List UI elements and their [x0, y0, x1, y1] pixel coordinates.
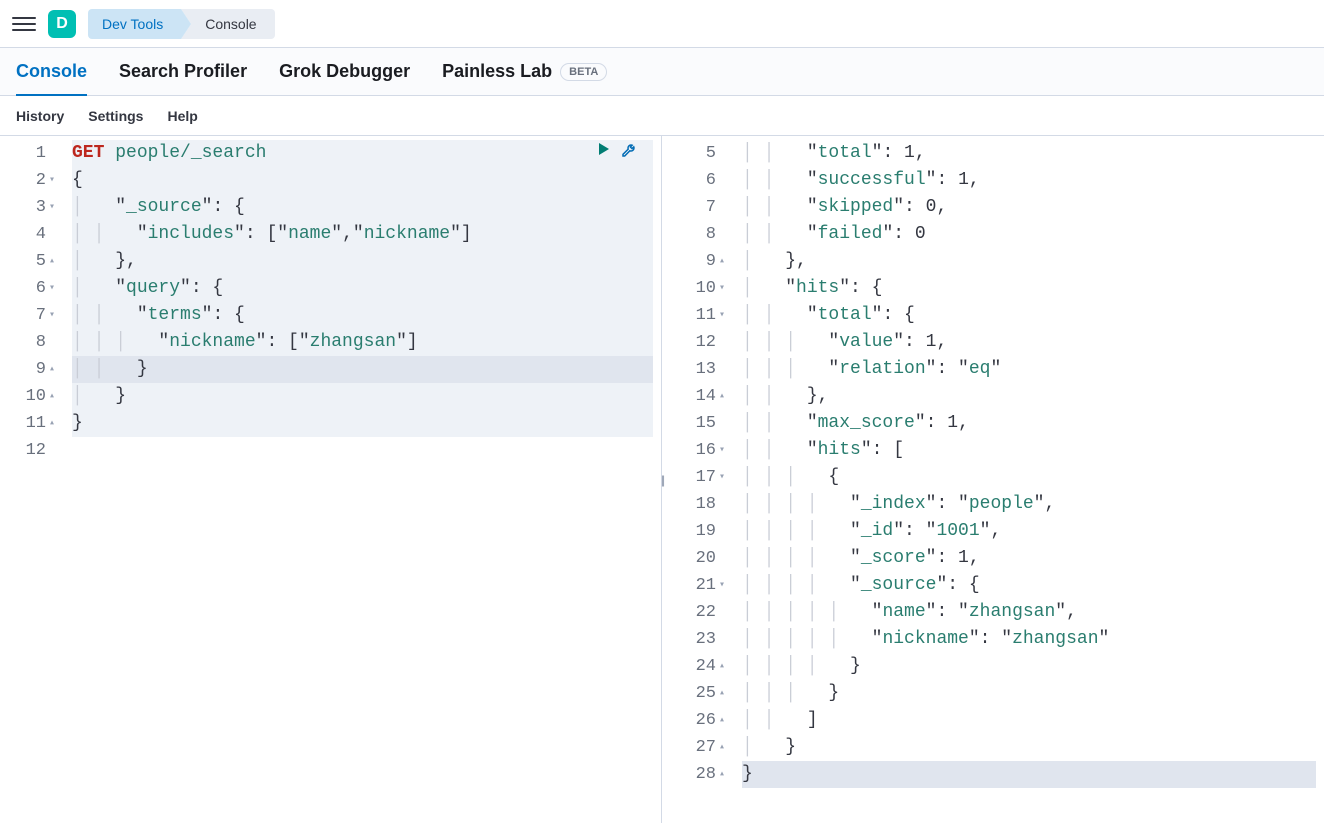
wrench-icon[interactable]: [621, 142, 637, 158]
breadcrumb-console[interactable]: Console: [181, 9, 274, 39]
tab-label: Grok Debugger: [279, 61, 410, 82]
subbar-help[interactable]: Help: [167, 108, 197, 124]
tab-label: Console: [16, 61, 87, 82]
request-editor[interactable]: GET people/_search{│ "_source": {│ │ "in…: [64, 136, 661, 823]
tab-painless-lab[interactable]: Painless Lab BETA: [442, 48, 607, 95]
request-pane: 1 2▾3▾4 5▴6▾7▾8 9▴10▴11▴12 GET people/_s…: [0, 136, 662, 823]
tab-grok-debugger[interactable]: Grok Debugger: [279, 48, 410, 95]
subbar-history[interactable]: History: [16, 108, 64, 124]
request-actions: [597, 142, 637, 158]
request-gutter: 1 2▾3▾4 5▴6▾7▾8 9▴10▴11▴12: [0, 136, 64, 823]
topbar: D Dev Tools Console: [0, 0, 1324, 48]
menu-icon[interactable]: [12, 12, 36, 36]
workspace: 1 2▾3▾4 5▴6▾7▾8 9▴10▴11▴12 GET people/_s…: [0, 136, 1324, 823]
tab-label: Search Profiler: [119, 61, 247, 82]
tab-label: Painless Lab: [442, 61, 552, 82]
subbar: History Settings Help: [0, 96, 1324, 136]
beta-badge: BETA: [560, 63, 607, 81]
tab-search-profiler[interactable]: Search Profiler: [119, 48, 247, 95]
resize-handle[interactable]: ||: [661, 473, 663, 487]
response-viewer[interactable]: │ │ "total": 1,│ │ "successful": 1,│ │ "…: [734, 136, 1324, 823]
play-icon[interactable]: [597, 142, 611, 158]
tab-console[interactable]: Console: [16, 48, 87, 95]
breadcrumb-dev-tools[interactable]: Dev Tools: [88, 9, 181, 39]
response-pane: 5 6 7 8 9▴10▾11▾12 13 14▴15 16▾17▾18 19 …: [662, 136, 1324, 823]
breadcrumb: Dev Tools Console: [88, 9, 275, 39]
response-gutter: 5 6 7 8 9▴10▾11▾12 13 14▴15 16▾17▾18 19 …: [662, 136, 734, 823]
tabbar: Console Search Profiler Grok Debugger Pa…: [0, 48, 1324, 96]
subbar-settings[interactable]: Settings: [88, 108, 143, 124]
app-badge[interactable]: D: [48, 10, 76, 38]
